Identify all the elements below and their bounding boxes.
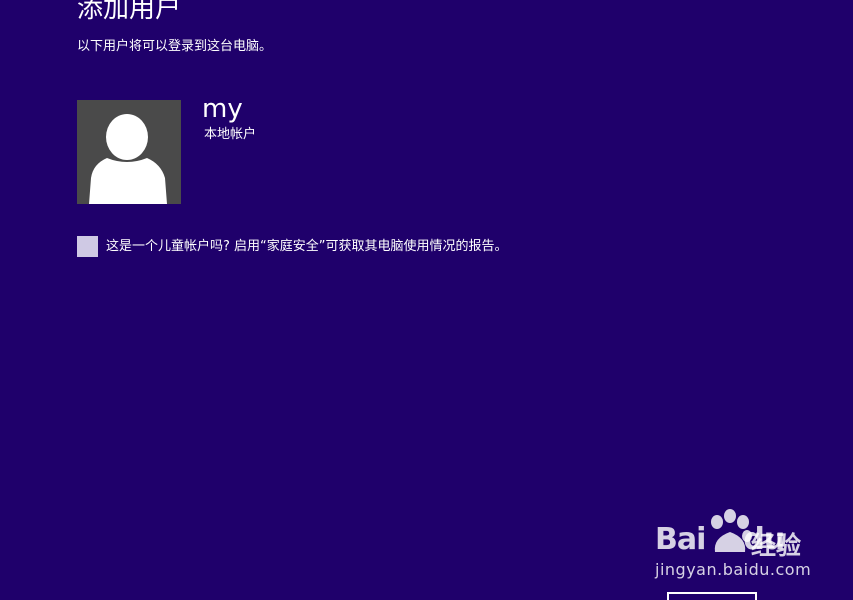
child-account-option[interactable]: 这是一个儿童帐户吗? 启用“家庭安全”可获取其电脑使用情况的报告。 [77,236,508,257]
add-user-page: 添加用户 以下用户将可以登录到这台电脑。 my 本地帐户 这是一个儿童帐户吗? … [0,0,853,600]
page-subtitle: 以下用户将可以登录到这台电脑。 [77,39,273,54]
next-button[interactable] [667,592,757,600]
jingyan-text: 经验 [751,531,802,560]
child-account-checkbox[interactable] [77,236,98,257]
account-name: my [202,94,243,124]
baidu-jingyan-watermark: Bai du 经验 jingyan.baidu.com [655,508,815,584]
user-silhouette-icon [89,114,167,204]
baidu-logo-bai: Bai [655,522,706,557]
jingyan-url: jingyan.baidu.com [655,560,812,579]
page-title: 添加用户 [77,0,182,24]
child-account-label: 这是一个儿童帐户吗? 启用“家庭安全”可获取其电脑使用情况的报告。 [106,238,508,254]
account-type: 本地帐户 [204,127,257,142]
user-avatar [77,100,181,204]
